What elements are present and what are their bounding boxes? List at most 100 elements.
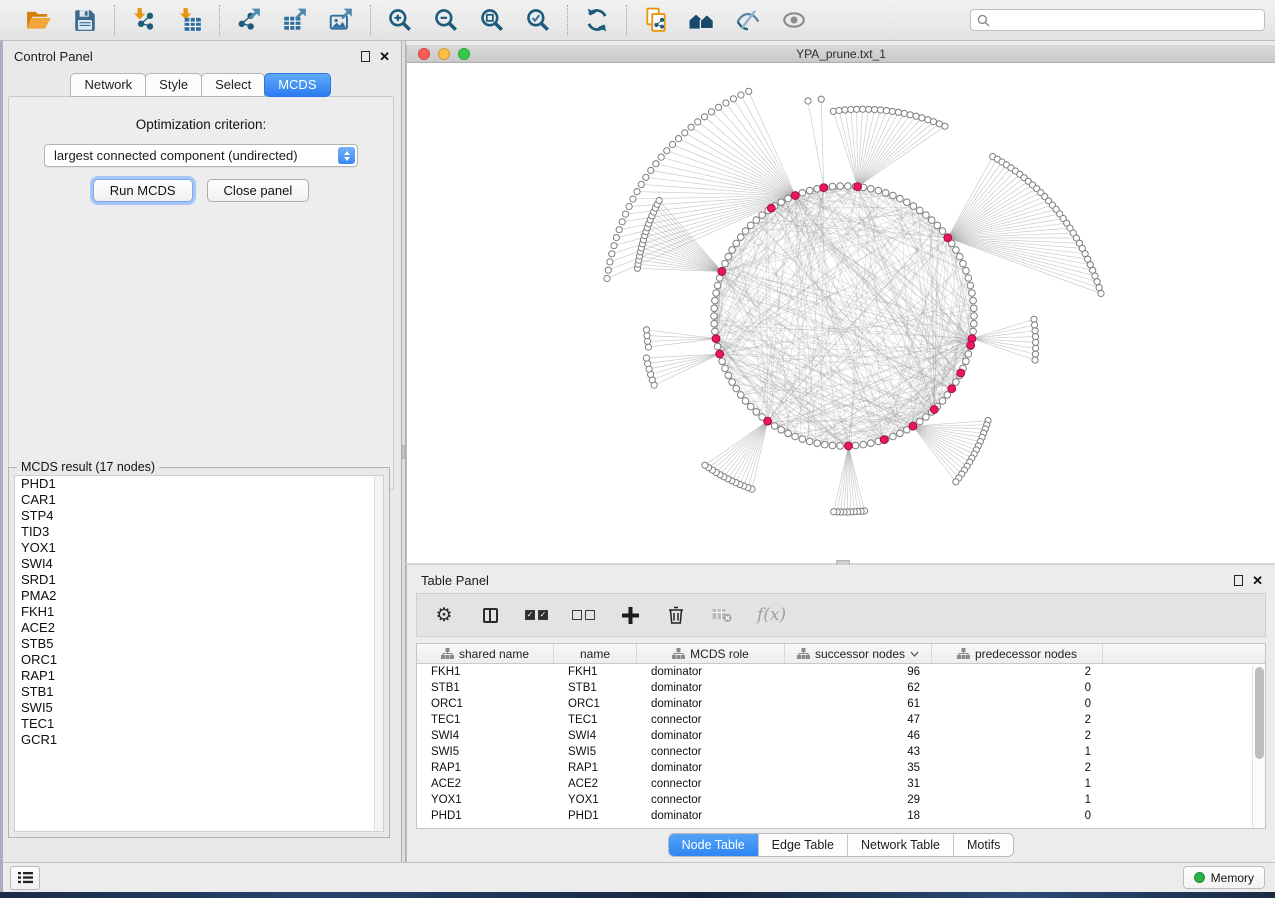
- search-input[interactable]: [994, 13, 1258, 27]
- select-all-button[interactable]: ✓✓: [525, 603, 548, 627]
- zoom-selected-button[interactable]: [522, 4, 554, 36]
- table-cell-name[interactable]: ACE2: [554, 776, 637, 792]
- table-cell-shared_name[interactable]: ORC1: [417, 696, 554, 712]
- zoom-out-button[interactable]: [430, 4, 462, 36]
- table-cell-mcds_role[interactable]: connector: [637, 792, 785, 808]
- import-table-button[interactable]: [174, 4, 206, 36]
- table-cell-mcds_role[interactable]: connector: [637, 744, 785, 760]
- float-panel-icon[interactable]: [361, 51, 370, 62]
- table-cell-shared_name[interactable]: YOX1: [417, 792, 554, 808]
- table-cell-mcds_role[interactable]: dominator: [637, 664, 785, 680]
- mcds-result-item[interactable]: PMA2: [15, 588, 383, 604]
- export-image-button[interactable]: [325, 4, 357, 36]
- table-row[interactable]: ORC1ORC1dominator610: [417, 696, 1265, 712]
- table-cell-successor_nodes[interactable]: 61: [785, 696, 932, 712]
- memory-button[interactable]: Memory: [1183, 866, 1265, 889]
- mcds-result-item[interactable]: PHD1: [15, 476, 383, 492]
- mcds-result-item[interactable]: STP4: [15, 508, 383, 524]
- mcds-result-item[interactable]: CAR1: [15, 492, 383, 508]
- add-column-button[interactable]: [619, 603, 641, 627]
- close-table-panel-icon[interactable]: ✕: [1252, 574, 1263, 587]
- table-row[interactable]: SWI4SWI4dominator462: [417, 728, 1265, 744]
- table-cell-predecessor_nodes[interactable]: 0: [932, 808, 1103, 824]
- table-scrollbar-thumb[interactable]: [1255, 667, 1264, 759]
- table-row[interactable]: FKH1FKH1dominator962: [417, 664, 1265, 680]
- table-cell-name[interactable]: TEC1: [554, 712, 637, 728]
- table-cell-predecessor_nodes[interactable]: 0: [932, 680, 1103, 696]
- table-cell-successor_nodes[interactable]: 43: [785, 744, 932, 760]
- table-row[interactable]: RAP1RAP1dominator352: [417, 760, 1265, 776]
- column-header-predecessor_nodes[interactable]: predecessor nodes: [932, 644, 1103, 663]
- table-row[interactable]: YOX1YOX1connector291: [417, 792, 1265, 808]
- column-header-successor_nodes[interactable]: successor nodes: [785, 644, 932, 663]
- mcds-result-item[interactable]: YOX1: [15, 540, 383, 556]
- mcds-result-item[interactable]: STB1: [15, 684, 383, 700]
- task-history-button[interactable]: [10, 866, 40, 890]
- table-cell-predecessor_nodes[interactable]: 1: [932, 744, 1103, 760]
- search-box[interactable]: [970, 9, 1265, 31]
- mcds-result-item[interactable]: ORC1: [15, 652, 383, 668]
- mcds-result-item[interactable]: GCR1: [15, 732, 383, 748]
- table-cell-successor_nodes[interactable]: 29: [785, 792, 932, 808]
- table-cell-predecessor_nodes[interactable]: 2: [932, 712, 1103, 728]
- mcds-result-item[interactable]: ACE2: [15, 620, 383, 636]
- table-row[interactable]: ACE2ACE2connector311: [417, 776, 1265, 792]
- table-cell-name[interactable]: SWI4: [554, 728, 637, 744]
- first-neighbors-button[interactable]: [686, 4, 718, 36]
- table-cell-mcds_role[interactable]: dominator: [637, 760, 785, 776]
- tab-network-table[interactable]: Network Table: [847, 834, 953, 856]
- table-cell-predecessor_nodes[interactable]: 2: [932, 760, 1103, 776]
- deselect-all-button[interactable]: [572, 603, 595, 627]
- float-table-panel-icon[interactable]: [1234, 575, 1243, 586]
- save-button[interactable]: [69, 4, 101, 36]
- table-cell-successor_nodes[interactable]: 18: [785, 808, 932, 824]
- export-network-button[interactable]: [233, 4, 265, 36]
- criterion-select[interactable]: largest connected component (undirected): [44, 144, 358, 167]
- hide-selected-button[interactable]: [732, 4, 764, 36]
- refresh-button[interactable]: [581, 4, 613, 36]
- table-cell-shared_name[interactable]: RAP1: [417, 760, 554, 776]
- table-cell-mcds_role[interactable]: dominator: [637, 680, 785, 696]
- table-cell-name[interactable]: RAP1: [554, 760, 637, 776]
- split-columns-button[interactable]: [479, 603, 501, 627]
- table-cell-name[interactable]: PHD1: [554, 808, 637, 824]
- table-cell-successor_nodes[interactable]: 35: [785, 760, 932, 776]
- table-cell-name[interactable]: FKH1: [554, 664, 637, 680]
- table-cell-name[interactable]: STB1: [554, 680, 637, 696]
- table-cell-shared_name[interactable]: FKH1: [417, 664, 554, 680]
- table-cell-shared_name[interactable]: SWI5: [417, 744, 554, 760]
- mcds-list-scrollbar[interactable]: [374, 476, 383, 831]
- run-mcds-button[interactable]: Run MCDS: [93, 179, 193, 202]
- column-header-name[interactable]: name: [554, 644, 637, 663]
- tab-node-table[interactable]: Node Table: [669, 834, 758, 856]
- mcds-result-item[interactable]: RAP1: [15, 668, 383, 684]
- table-row[interactable]: TEC1TEC1connector472: [417, 712, 1265, 728]
- table-cell-shared_name[interactable]: TEC1: [417, 712, 554, 728]
- show-all-button[interactable]: [778, 4, 810, 36]
- network-graph[interactable]: [407, 63, 1275, 563]
- close-panel-icon[interactable]: ✕: [379, 50, 390, 63]
- table-cell-name[interactable]: YOX1: [554, 792, 637, 808]
- table-cell-predecessor_nodes[interactable]: 1: [932, 776, 1103, 792]
- table-cell-predecessor_nodes[interactable]: 0: [932, 696, 1103, 712]
- mcds-result-item[interactable]: TEC1: [15, 716, 383, 732]
- column-header-shared_name[interactable]: shared name: [417, 644, 554, 663]
- table-cell-successor_nodes[interactable]: 62: [785, 680, 932, 696]
- table-scrollbar[interactable]: [1252, 665, 1265, 828]
- mcds-result-item[interactable]: SWI5: [15, 700, 383, 716]
- mcds-result-list[interactable]: PHD1CAR1STP4TID3YOX1SWI4SRD1PMA2FKH1ACE2…: [14, 475, 384, 832]
- gear-button[interactable]: ⚙: [433, 603, 455, 627]
- zoom-in-button[interactable]: [384, 4, 416, 36]
- table-cell-name[interactable]: SWI5: [554, 744, 637, 760]
- column-header-mcds_role[interactable]: MCDS role: [637, 644, 785, 663]
- table-cell-predecessor_nodes[interactable]: 1: [932, 792, 1103, 808]
- delete-column-button[interactable]: [665, 603, 687, 627]
- table-cell-mcds_role[interactable]: connector: [637, 712, 785, 728]
- tab-select[interactable]: Select: [201, 73, 265, 97]
- zoom-fit-button[interactable]: [476, 4, 508, 36]
- tab-edge-table[interactable]: Edge Table: [758, 834, 847, 856]
- table-row[interactable]: PHD1PHD1dominator180: [417, 808, 1265, 824]
- table-cell-shared_name[interactable]: PHD1: [417, 808, 554, 824]
- tab-network[interactable]: Network: [70, 73, 146, 97]
- duplicate-network-button[interactable]: [640, 4, 672, 36]
